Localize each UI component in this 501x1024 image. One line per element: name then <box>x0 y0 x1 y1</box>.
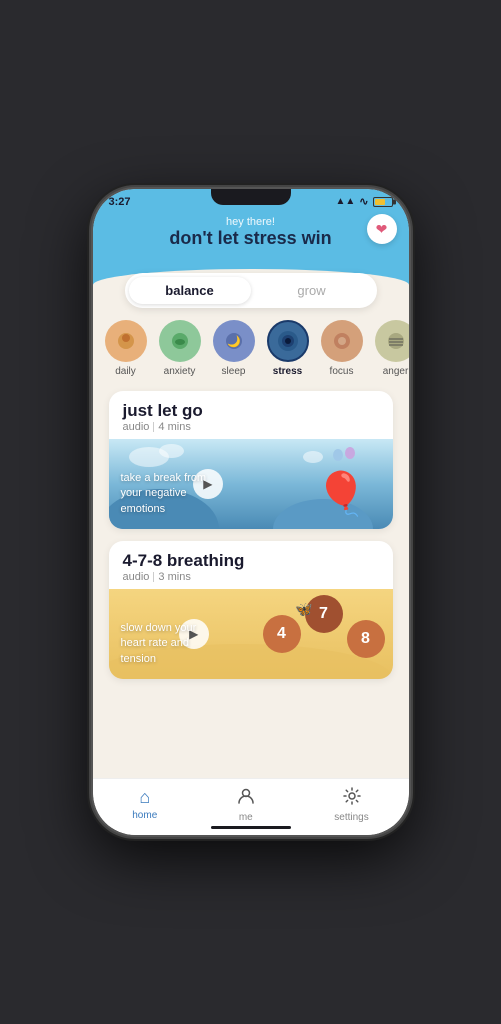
card-just-let-go-meta: audio 4 mins <box>123 421 379 433</box>
nav-me[interactable]: me <box>237 787 255 823</box>
category-anxiety-icon <box>159 320 201 362</box>
header-greeting: hey there! <box>109 216 393 228</box>
category-sleep[interactable]: 🌙 sleep <box>213 320 255 377</box>
home-icon: ⌂ <box>139 787 150 808</box>
category-anger-label: anger <box>383 366 409 377</box>
app-container: 3:27 ▲▲ ∿ ❤ hey there! don't let stress … <box>93 189 409 835</box>
content-area: just let go audio 4 mins <box>93 383 409 778</box>
category-stress-icon <box>267 320 309 362</box>
category-focus-icon <box>321 320 363 362</box>
balloon-emoji: 🎈 <box>315 473 367 515</box>
home-indicator <box>211 826 291 829</box>
card-just-let-go-sep <box>153 422 154 432</box>
tabs-container: balance grow <box>125 273 377 308</box>
category-daily-label: daily <box>115 366 136 377</box>
nav-home[interactable]: ⌂ home <box>132 787 157 823</box>
phone-screen: 3:27 ▲▲ ∿ ❤ hey there! don't let stress … <box>93 189 409 835</box>
card1-text-overlay: take a break from your negative emotions <box>121 471 221 517</box>
category-anger-icon <box>375 320 409 362</box>
category-daily[interactable]: daily <box>105 320 147 377</box>
status-icons: ▲▲ ∿ <box>335 195 392 208</box>
card-just-let-go-title: just let go <box>123 401 379 421</box>
card-just-let-go-info: just let go audio 4 mins <box>109 391 393 439</box>
category-focus-label: focus <box>330 366 354 377</box>
breathing-number-4: 4 <box>263 615 301 653</box>
card-just-let-go-duration: 4 mins <box>158 421 190 433</box>
status-time: 3:27 <box>109 196 131 208</box>
category-daily-icon <box>105 320 147 362</box>
card-breathing-sep <box>153 572 154 582</box>
card-breathing-type: audio <box>123 571 150 583</box>
svg-text:🌙: 🌙 <box>227 335 241 348</box>
nav-settings[interactable]: settings <box>334 787 368 823</box>
nav-settings-label: settings <box>334 812 368 823</box>
signal-icon: ▲▲ <box>335 196 355 207</box>
card-breathing-visual[interactable]: 4 7 8 🦋 <box>109 589 393 679</box>
card-just-let-go-visual[interactable]: 🎈 ▶ take a break from your negative emot… <box>109 439 393 529</box>
battery-fill <box>375 199 386 205</box>
wifi-icon: ∿ <box>359 195 368 208</box>
card-just-let-go: just let go audio 4 mins <box>109 391 393 529</box>
card-just-let-go-type: audio <box>123 421 150 433</box>
nav-home-label: home <box>132 810 157 821</box>
tab-balance[interactable]: balance <box>129 277 251 304</box>
me-icon <box>237 787 255 810</box>
nav-me-label: me <box>239 812 253 823</box>
battery-icon <box>373 197 393 207</box>
categories-scroll: daily anxiety 🌙 sleep <box>93 308 409 383</box>
breathing-number-8: 8 <box>347 620 385 658</box>
settings-icon <box>343 787 361 810</box>
card1-background: 🎈 ▶ take a break from your negative emot… <box>109 439 393 529</box>
category-focus[interactable]: focus <box>321 320 363 377</box>
category-anxiety-label: anxiety <box>164 366 196 377</box>
phone-frame: 3:27 ▲▲ ∿ ❤ hey there! don't let stress … <box>91 187 411 837</box>
header-title: don't let stress win <box>109 228 393 249</box>
header: ❤ hey there! don't let stress win <box>93 212 409 269</box>
category-sleep-icon: 🌙 <box>213 320 255 362</box>
card-breathing-info: 4-7-8 breathing audio 3 mins <box>109 541 393 589</box>
butterfly-icon: 🦋 <box>295 601 312 618</box>
card-breathing-title: 4-7-8 breathing <box>123 551 379 571</box>
card-breathing-duration: 3 mins <box>158 571 190 583</box>
card2-text-overlay: slow down your heart rate and tension <box>121 621 221 667</box>
card-breathing-meta: audio 3 mins <box>123 571 379 583</box>
breathing-numbers: 4 7 8 <box>263 595 385 658</box>
category-sleep-label: sleep <box>222 366 246 377</box>
card2-background: 4 7 8 🦋 <box>109 589 393 679</box>
tab-grow[interactable]: grow <box>251 277 373 304</box>
card-breathing: 4-7-8 breathing audio 3 mins <box>109 541 393 679</box>
category-anxiety[interactable]: anxiety <box>159 320 201 377</box>
notch <box>211 189 291 205</box>
category-stress-label: stress <box>273 366 302 377</box>
category-anger[interactable]: anger <box>375 320 409 377</box>
category-stress[interactable]: stress <box>267 320 309 377</box>
